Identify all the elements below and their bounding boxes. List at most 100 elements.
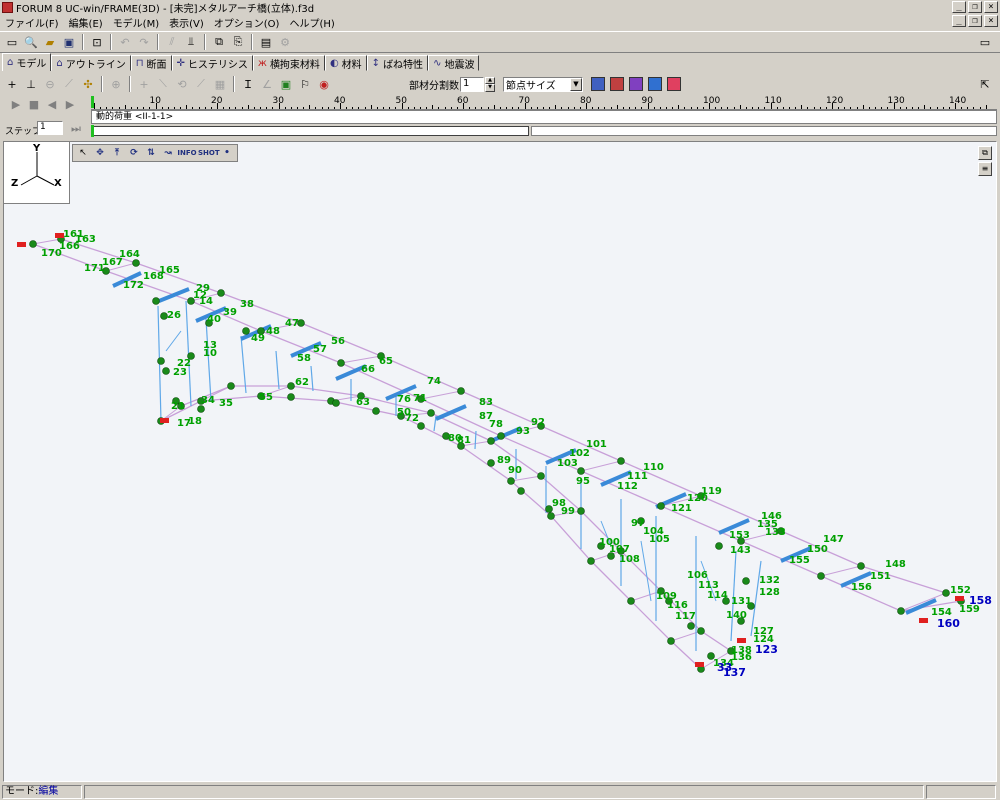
new-icon[interactable]: ▭ [3,33,21,51]
ruler-tick [253,107,255,109]
tab-model[interactable]: ⌂ モデル [2,53,52,71]
mdi-close-button[interactable]: × [984,15,998,27]
time-ruler[interactable]: 10 20 30 40 50 60 70 80 90 100 110 120 130 140 [91,96,997,110]
pin-icon[interactable]: ⊕ [107,75,125,93]
calc-icon[interactable]: ▤ [257,33,275,51]
tab-hysteresis[interactable]: ✛ ヒステリシス [171,55,253,71]
menu-model[interactable]: モデル(M) [108,15,164,30]
stop-icon[interactable]: ■ [27,98,41,112]
step-input[interactable]: 1 [37,121,63,135]
select-pointer-icon[interactable]: ↖ [75,146,91,160]
cross-icon[interactable]: + [135,75,153,93]
menu-edit[interactable]: 編集(E) [64,15,108,30]
load-case-row[interactable]: 動的荷重 <II-1-1> [91,110,997,124]
close-button[interactable]: × [984,1,998,13]
open-search-icon[interactable]: 🔍 [22,33,40,51]
pan-icon[interactable]: ✥ [92,146,108,160]
menu-file[interactable]: ファイル(F) [0,15,64,30]
info-icon[interactable]: INFO [177,146,197,160]
divisions-input[interactable]: 1 [460,76,484,92]
mdi-controls: _ ❐ × [952,15,998,27]
restore-button[interactable]: ❐ [968,1,982,13]
view-side-icon[interactable] [610,77,624,91]
window-icon[interactable]: ⧉ [978,146,992,160]
ruler-tick [469,107,471,109]
node-size-select[interactable]: 節点サイズ ▼ [503,76,583,92]
step-forward-icon[interactable]: ▶ [63,98,77,112]
bridge-model[interactable]: 161163166170 164167171 165168172 2912142638… [4,142,996,781]
view-12-icon[interactable] [667,77,681,91]
ruler-tick [100,107,102,109]
tab-restraint[interactable]: ж 横拘束材料 [252,55,325,71]
walk-icon[interactable]: ↝ [160,146,176,160]
ruler-tick [659,107,661,109]
tab-material[interactable]: ◐ 材料 [324,55,367,71]
diagonal-icon[interactable]: ⟋ [192,75,210,93]
dot-icon[interactable]: • [219,146,235,160]
view-top-icon[interactable] [629,77,643,91]
pointer-icon[interactable]: ⇱ [976,75,994,93]
shot-icon[interactable]: SHOT [198,146,220,160]
tab-seismic-wave[interactable]: ∿ 地震波 [428,55,480,71]
stepper-up-icon[interactable]: ▲ [485,76,495,84]
panel-toggle-icon[interactable]: ▭ [976,33,994,51]
split-icon[interactable]: ⫫ [182,33,200,51]
folder-icon[interactable]: ▰ [41,33,59,51]
grid-icon[interactable]: ▦ [211,75,229,93]
skip-end-icon[interactable]: ⏭ [69,122,83,136]
render-icon[interactable]: ◉ [315,75,333,93]
paste-icon[interactable]: ⎘ [229,33,247,51]
line-icon[interactable]: ⟍ [154,75,172,93]
view-front-icon[interactable] [591,77,605,91]
redo-icon[interactable]: ↷ [135,33,153,51]
rotate-icon[interactable]: ⟲ [173,75,191,93]
list-icon[interactable]: ≡ [978,162,992,176]
node-marker [457,387,465,395]
load-case-label: 動的荷重 <II-1-1> [96,112,174,122]
rotate-view-icon[interactable]: ⟳ [126,146,142,160]
support-icon[interactable]: ⊥ [22,75,40,93]
menu-help[interactable]: ヘルプ(H) [284,15,339,30]
tab-outline[interactable]: ⌂ アウトライン [51,55,131,71]
add-node-icon[interactable]: + [3,75,21,93]
delete-node-icon[interactable]: ⊖ [41,75,59,93]
move-up-icon[interactable]: ⤒ [109,146,125,160]
node-marker [507,477,515,485]
menu-view[interactable]: 表示(V) [164,15,209,30]
image-icon[interactable]: ▣ [277,75,295,93]
pause-icon[interactable]: ⫽ [163,33,181,51]
axis-icon[interactable]: ⚐ [296,75,314,93]
member-icon[interactable]: ⟋ [60,75,78,93]
tab-section[interactable]: ⊓ 断面 [130,55,172,71]
preview-icon[interactable]: ⊡ [88,33,106,51]
undo-icon[interactable]: ↶ [116,33,134,51]
save-icon[interactable]: ▣ [60,33,78,51]
disabled-tool-icon[interactable]: ⚙ [276,33,294,51]
mdi-restore-button[interactable]: ❐ [968,15,982,27]
divisions-stepper[interactable]: ▲ ▼ [485,76,495,92]
play-icon[interactable]: ▶ [9,98,23,112]
ruler-number: 130 [887,96,905,106]
mdi-minimize-button[interactable]: _ [952,15,966,27]
view-iso-icon[interactable] [648,77,662,91]
step-back-icon[interactable]: ◀ [45,98,59,112]
viewport-side-buttons: ⧉ ≡ [978,146,992,176]
move-node-icon[interactable]: ✣ [79,75,97,93]
copy-icon[interactable]: ⧉ [210,33,228,51]
ruler-tick [899,107,901,109]
model-viewport[interactable]: 161 163 166 170 164 167 171 165 168 172 29 12 14 26 38… [3,141,997,782]
time-cursor[interactable] [91,96,94,108]
minimize-button[interactable]: _ [952,1,966,13]
ibeam-icon[interactable]: Ｉ [239,75,257,93]
tab-spring[interactable]: ↕ ばね特性 [366,55,429,71]
app-logo-icon [2,1,13,13]
ruler-tick [887,107,889,109]
menu-options[interactable]: オプション(O) [209,15,285,30]
stepper-down-icon[interactable]: ▼ [485,84,495,92]
angle-icon[interactable]: ∠ [258,75,276,93]
node-marker [287,393,295,401]
zoom-icon[interactable]: ⇅ [143,146,159,160]
ruler-tick [395,107,397,109]
node-label: 105 [649,534,670,545]
axis-x-label: X [54,178,62,189]
